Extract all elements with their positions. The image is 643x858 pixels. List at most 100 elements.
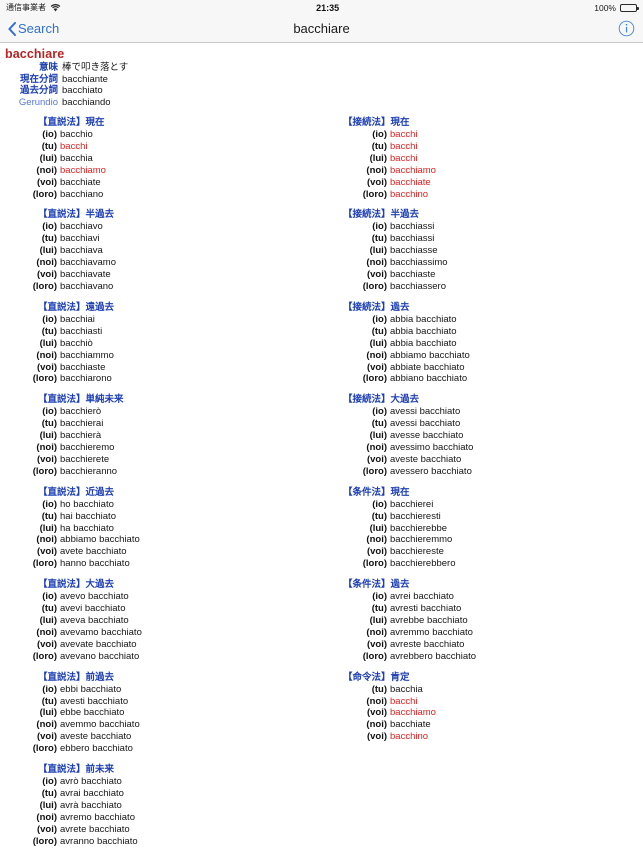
conjugation-row: (loro) ebbero bacchiato	[0, 743, 140, 755]
pronoun-label: (voi)	[36, 269, 57, 281]
verb-form: ho bacchiato	[60, 498, 114, 510]
conjugation-row: (voi) abbiate bacchiato	[330, 362, 470, 374]
wifi-icon	[50, 3, 61, 12]
verb-form: avevi bacchiato	[60, 603, 126, 615]
conjugation-row: (voi) bacchiate	[0, 177, 106, 189]
verb-form: avemmo bacchiato	[60, 719, 140, 731]
verb-form: abbiate bacchiato	[390, 361, 465, 373]
pronoun-label: (io)	[42, 129, 57, 140]
conjugation-table: (io) bacchiassi (tu) bacchiassi (lui) bacchia…	[330, 221, 448, 292]
battery-percent-label: 100%	[594, 2, 616, 13]
pronoun-label: (noi)	[366, 695, 387, 707]
conjugation-block: 【条件法】現在 (io) bacchierei (tu) bacchieresti (lu…	[330, 487, 643, 570]
pronoun-label: (tu)	[371, 683, 387, 695]
conjugation-block: 【直説法】大過去 (io) avevo bacchiato (tu) avevi bac…	[0, 579, 330, 662]
conjugation-row: (voi) bacchiaste	[330, 269, 448, 281]
info-circle-icon[interactable]	[618, 20, 635, 37]
verb-form: avevo bacchiato	[60, 591, 129, 603]
conjugation-block-title: 【直説法】遠過去	[38, 301, 115, 313]
verb-form: avete bacchiato	[60, 546, 127, 558]
pronoun-label: (lui)	[369, 522, 387, 534]
verb-form: avremo bacchiato	[60, 811, 135, 823]
entry-meta-row: 現在分詞 bacchiante	[0, 74, 128, 86]
conjugation-block: 【接続法】大過去 (io) avessi bacchiato (tu) avessi b…	[330, 394, 643, 477]
conjugation-block: 【直説法】前未来 (io) avrò bacchiato (tu) avrai bacc…	[0, 764, 330, 847]
pronoun-label: (voi)	[366, 176, 387, 188]
pronoun-label: (tu)	[371, 418, 387, 430]
verb-form: avessi bacchiato	[390, 406, 461, 418]
verb-form: bacchieremmo	[390, 534, 453, 546]
verb-form: aveste bacchiato	[60, 731, 132, 743]
conjugation-block: 【直説法】近過去 (io) ho bacchiato (tu) hai bacchiat…	[0, 487, 330, 570]
verb-form: bacchiano	[60, 188, 104, 200]
pronoun-label: (noi)	[366, 719, 387, 731]
pronoun-label: (noi)	[366, 164, 387, 176]
conjugation-row: (io) bacchiavo	[0, 221, 116, 233]
verb-form-highlighted: bacchi	[390, 140, 418, 152]
conjugation-row: (noi) bacchiate	[330, 719, 436, 731]
verb-form: ebbi bacchiato	[60, 683, 122, 695]
pronoun-label: (io)	[42, 591, 57, 603]
conjugation-row: (loro) abbiano bacchiato	[330, 373, 470, 385]
pronoun-label: (io)	[372, 591, 387, 603]
pronoun-label: (lui)	[369, 430, 387, 442]
verb-form: avranno bacchiato	[60, 835, 138, 847]
pronoun-label: (noi)	[366, 349, 387, 361]
verb-form: abbiamo bacchiato	[390, 349, 470, 361]
conjugation-row: (voi) aveste bacchiato	[0, 731, 140, 743]
pronoun-label: (lui)	[39, 152, 57, 164]
dictionary-entry-content: bacchiare 意味 棒で叩き落とす 現在分詞 bacchiante 過去分詞 bac…	[0, 43, 643, 858]
back-to-search-button[interactable]: Search	[8, 21, 59, 36]
pronoun-label: (noi)	[36, 349, 57, 361]
verb-form: avessi bacchiato	[390, 418, 461, 430]
pronoun-label: (lui)	[369, 152, 387, 164]
carrier-label: 通信事業者	[6, 3, 46, 12]
conjugation-row: (loro) bacchiarono	[0, 373, 114, 385]
verb-form: bacchiavate	[60, 269, 111, 281]
pronoun-label: (noi)	[366, 442, 387, 454]
pronoun-label: (voi)	[36, 361, 57, 373]
verb-form: aveste bacchiato	[390, 453, 462, 465]
conjugation-block: 【直説法】現在 (io) bacchio (tu) bacchi (lui) bacchia…	[0, 117, 330, 200]
verb-form: bacchiai	[60, 313, 95, 325]
entry-meta-value: 棒で叩き落とす	[62, 62, 129, 73]
conjugation-row: (lui) ha bacchiato	[0, 523, 140, 535]
pronoun-label: (voi)	[36, 638, 57, 650]
verb-form: bacchiassero	[390, 280, 446, 292]
verb-form: bacchiammo	[60, 349, 114, 361]
pronoun-label: (tu)	[41, 140, 57, 152]
conjugation-block-title: 【条件法】現在	[343, 486, 410, 498]
conjugation-block: 【直説法】前過去 (io) ebbi bacchiato (tu) avesti bac…	[0, 672, 330, 755]
conjugation-row: (tu) bacchi	[330, 141, 436, 153]
conjugation-row: (tu) bacchia	[330, 684, 436, 696]
verb-form: bacchiavano	[60, 280, 114, 292]
pronoun-label: (loro)	[32, 280, 57, 292]
conjugation-row: (loro) bacchino	[330, 189, 436, 201]
verb-form: aveva bacchiato	[60, 615, 129, 626]
verb-form: avresti bacchiato	[390, 603, 462, 615]
conjugation-block: 【直説法】遠過去 (io) bacchiai (tu) bacchiasti (lui) b…	[0, 302, 330, 385]
pronoun-label: (lui)	[39, 430, 57, 442]
verb-form-highlighted: bacchino	[390, 731, 429, 743]
pronoun-label: (loro)	[362, 558, 387, 570]
conjugation-row: (noi) bacchiamo	[0, 165, 106, 177]
conjugation-row: (voi) avete bacchiato	[0, 546, 140, 558]
verb-form: bacchiate	[60, 176, 101, 188]
pronoun-label: (loro)	[32, 188, 57, 200]
status-bar-clock: 21:35	[316, 2, 340, 13]
conjugation-row: (io) bacchiai	[0, 314, 114, 326]
pronoun-label: (io)	[372, 406, 387, 418]
pronoun-label: (tu)	[41, 695, 57, 707]
pronoun-label: (tu)	[371, 233, 387, 245]
conjugation-table: (io) bacchio (tu) bacchi (lui) bacchia (noi) ba…	[0, 129, 106, 200]
conjugation-row: (lui) avrebbe bacchiato	[330, 615, 476, 627]
conjugation-row: (lui) bacchiò	[0, 338, 114, 350]
pronoun-label: (io)	[42, 498, 57, 510]
entry-meta-row: Gerundio bacchiando	[0, 97, 128, 109]
conjugation-row: (noi) bacchieremo	[0, 442, 117, 454]
verb-form: bacchierai	[60, 418, 104, 430]
verb-form: abbia bacchiato	[390, 337, 457, 349]
verb-form: bacchiava	[60, 245, 103, 257]
verb-form: avrai bacchiato	[60, 787, 124, 799]
pronoun-label: (loro)	[362, 188, 387, 200]
